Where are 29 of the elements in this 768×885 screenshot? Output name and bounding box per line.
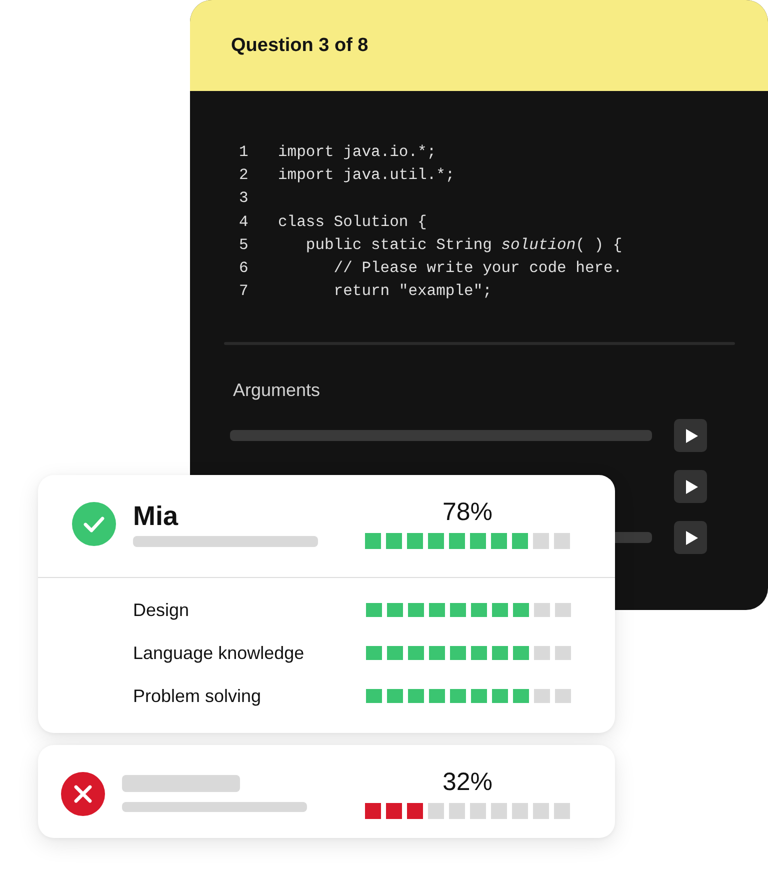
skill-label: Problem solving: [133, 684, 262, 706]
candidate-name: Mia: [133, 500, 178, 530]
skill-label: Language knowledge: [133, 642, 304, 664]
code-line: public static String solution( ) {: [306, 234, 622, 256]
score-percent: 78%: [442, 498, 493, 526]
code-line: import java.util.*;: [278, 165, 455, 186]
line-number: 5: [239, 234, 250, 256]
run-button[interactable]: [674, 470, 707, 504]
line-number: 7: [239, 281, 250, 302]
play-icon: [686, 428, 698, 443]
code-line: return "example";: [334, 281, 492, 302]
arguments-label: Arguments: [233, 379, 320, 402]
run-button[interactable]: [674, 521, 707, 554]
play-icon: [686, 530, 698, 545]
argument-field[interactable]: [230, 430, 652, 442]
skill-label: Design: [133, 598, 190, 620]
line-number: 1: [239, 142, 250, 163]
code-line: import java.io.*;: [278, 142, 436, 163]
score-percent: 32%: [442, 768, 493, 796]
question-title: Question 3 of 8: [231, 34, 368, 58]
play-icon: [686, 480, 698, 494]
run-button[interactable]: [674, 419, 707, 452]
line-number: 6: [239, 258, 250, 279]
argument-field[interactable]: [614, 532, 652, 544]
code-line: // Please write your code here.: [334, 258, 622, 279]
line-number: 2: [239, 165, 250, 186]
code-line: class Solution {: [278, 212, 427, 233]
line-number: 3: [239, 188, 250, 210]
line-number: 4: [239, 212, 250, 233]
